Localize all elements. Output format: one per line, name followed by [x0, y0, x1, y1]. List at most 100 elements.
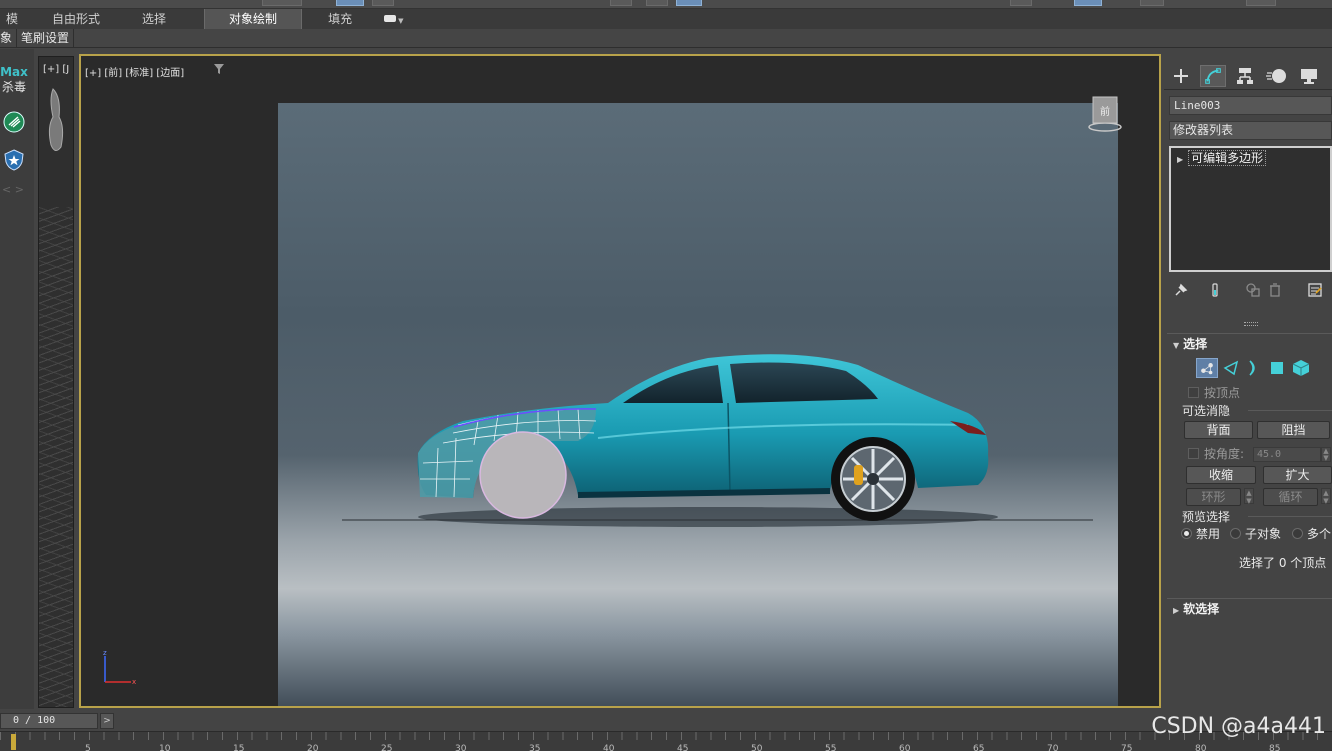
- preview-off-radio[interactable]: 禁用: [1181, 526, 1220, 542]
- element-icon[interactable]: [1290, 358, 1312, 378]
- loop-button[interactable]: 循环: [1263, 488, 1318, 506]
- motion-icon[interactable]: [1264, 65, 1290, 87]
- track-bar-number: 10: [159, 744, 171, 751]
- ribbon-tab-selection[interactable]: 选择: [114, 9, 180, 29]
- viewport-label-menu[interactable]: [+] [前] [标准] [边面]: [85, 64, 184, 79]
- checkbox-box: [1188, 448, 1199, 459]
- side-viewport[interactable]: [+] [J: [38, 56, 74, 708]
- next-frame-icon[interactable]: >: [100, 713, 114, 729]
- chevron-down-icon: ▼: [398, 17, 404, 25]
- create-icon[interactable]: [1168, 65, 1194, 87]
- preview-off-label: 禁用: [1196, 527, 1221, 541]
- checkbox-box: [1188, 387, 1199, 398]
- toolbar-button[interactable]: [1246, 0, 1276, 6]
- ribbon-options-button[interactable]: ▼: [366, 9, 417, 29]
- ring-button[interactable]: 环形: [1186, 488, 1241, 506]
- track-bar-number: 60: [899, 744, 911, 751]
- track-bar-number: 50: [751, 744, 763, 751]
- selection-rollout-title: 选择: [1183, 337, 1208, 351]
- configure-sets-icon[interactable]: [1307, 282, 1323, 298]
- modifier-list-dropdown[interactable]: 修改器列表: [1169, 121, 1332, 140]
- toolbar-button[interactable]: [610, 0, 632, 6]
- ribbon-tab-object-paint[interactable]: 对象绘制: [204, 9, 303, 29]
- make-unique-icon[interactable]: [1245, 282, 1261, 298]
- track-bar-number: 55: [825, 744, 837, 751]
- badge-line2: 杀毒: [1, 80, 26, 94]
- sub-tab-brush-settings[interactable]: 笔刷设置: [17, 29, 75, 48]
- side-viewport-label[interactable]: [+] [J: [43, 64, 69, 75]
- by-vertex-checkbox[interactable]: 按顶点: [1188, 385, 1240, 401]
- modify-icon[interactable]: [1200, 65, 1226, 87]
- ribbon-tab-modeling[interactable]: 模: [0, 9, 24, 29]
- toolbar-button[interactable]: [646, 0, 668, 6]
- track-bar-number: 15: [233, 744, 245, 751]
- panel-resize-handle[interactable]: [1244, 322, 1258, 326]
- front-viewport[interactable]: [+] [前] [标准] [边面] 前 z x: [79, 54, 1161, 708]
- track-bar[interactable]: 5 10 15 20 25 30 35 40 45 50 55 60 65 70 75 80 85: [0, 731, 1332, 751]
- remove-modifier-icon[interactable]: [1267, 282, 1283, 298]
- ring-spinner-arrows[interactable]: ▲ ▼: [1244, 488, 1254, 505]
- time-slider-bar: 0 / 100 >: [0, 711, 1332, 731]
- time-slider-frame[interactable]: 0 / 100: [0, 713, 98, 729]
- strip-scroll-arrows[interactable]: < >: [2, 183, 24, 196]
- brake-caliper: [854, 465, 863, 485]
- by-angle-checkbox[interactable]: 按角度:: [1188, 446, 1244, 462]
- filter-icon[interactable]: [213, 63, 225, 75]
- angle-spinner-arrows[interactable]: ▲ ▼: [1321, 447, 1331, 462]
- vertex-icon[interactable]: [1196, 358, 1218, 378]
- selection-rollout-header[interactable]: ▼ 选择: [1167, 333, 1332, 353]
- ribbon-tab-populate[interactable]: 填充: [302, 9, 366, 29]
- toolbar-button[interactable]: [262, 0, 302, 6]
- ignore-backfacing-group-label: 可选消隐: [1182, 404, 1231, 418]
- toolbar-button-active[interactable]: [676, 0, 702, 6]
- by-vertex-label: 按顶点: [1204, 386, 1241, 400]
- track-bar-number: 85: [1269, 744, 1281, 751]
- backface-button[interactable]: 背面: [1184, 421, 1253, 439]
- angle-spinner-field[interactable]: 45.0: [1253, 447, 1321, 462]
- ribbon-tabs: 模 自由形式 选择 对象绘制 填充 ▼: [0, 9, 1332, 29]
- border-icon[interactable]: [1242, 358, 1264, 378]
- soft-selection-rollout-header[interactable]: ▶ 软选择: [1167, 598, 1332, 618]
- preview-multi-radio[interactable]: 多个: [1292, 526, 1331, 542]
- group-divider: [1248, 410, 1332, 411]
- front-wheel-placeholder: [479, 431, 567, 519]
- edge-icon[interactable]: [1220, 358, 1242, 378]
- hierarchy-icon[interactable]: [1232, 65, 1258, 87]
- svg-text:x: x: [132, 678, 136, 686]
- antivirus-icon[interactable]: [3, 111, 25, 133]
- track-bar-ticks: [0, 732, 1332, 740]
- subobject-level-buttons: [1196, 358, 1316, 378]
- toolbar-button[interactable]: [372, 0, 394, 6]
- side-viewport-model: [48, 88, 64, 151]
- loop-spinner-arrows[interactable]: ▲ ▼: [1321, 488, 1331, 505]
- expand-triangle-icon: ▶: [1173, 606, 1180, 615]
- preview-subobject-radio[interactable]: 子对象: [1230, 526, 1281, 542]
- toolbar-button[interactable]: [1010, 0, 1032, 6]
- badge-line1: Max: [0, 65, 28, 79]
- grow-button[interactable]: 扩大: [1263, 466, 1332, 484]
- shrink-button[interactable]: 收缩: [1186, 466, 1256, 484]
- polygon-icon[interactable]: [1266, 358, 1288, 378]
- toolbar-button[interactable]: [1140, 0, 1164, 6]
- toolbar-button-active[interactable]: [336, 0, 364, 6]
- viewcube[interactable]: 前: [1087, 96, 1123, 132]
- display-icon[interactable]: [1296, 65, 1322, 87]
- pin-stack-icon[interactable]: [1173, 282, 1189, 298]
- radio-dot: [1292, 528, 1303, 539]
- side-viewport-grid: [39, 207, 73, 707]
- expand-triangle-icon[interactable]: ▶: [1177, 155, 1183, 164]
- toolbar-button-active[interactable]: [1074, 0, 1102, 6]
- ribbon-tab-freeform[interactable]: 自由形式: [24, 9, 114, 29]
- modifier-stack[interactable]: ▶ 可编辑多边形: [1169, 146, 1332, 272]
- max-antivirus-badge[interactable]: Max 杀毒: [0, 65, 28, 95]
- shield-icon[interactable]: [3, 149, 25, 171]
- current-frame-marker[interactable]: [11, 734, 16, 750]
- occluded-button[interactable]: 阻挡: [1257, 421, 1330, 439]
- group-divider: [1248, 516, 1332, 517]
- track-bar-number: 30: [455, 744, 467, 751]
- show-end-result-icon[interactable]: [1207, 282, 1223, 298]
- preview-multi-label: 多个: [1307, 527, 1332, 541]
- stack-item-editable-poly[interactable]: ▶ 可编辑多边形: [1173, 150, 1332, 166]
- sub-tab-object[interactable]: 象: [0, 29, 18, 48]
- object-name-field[interactable]: Line003: [1169, 96, 1332, 115]
